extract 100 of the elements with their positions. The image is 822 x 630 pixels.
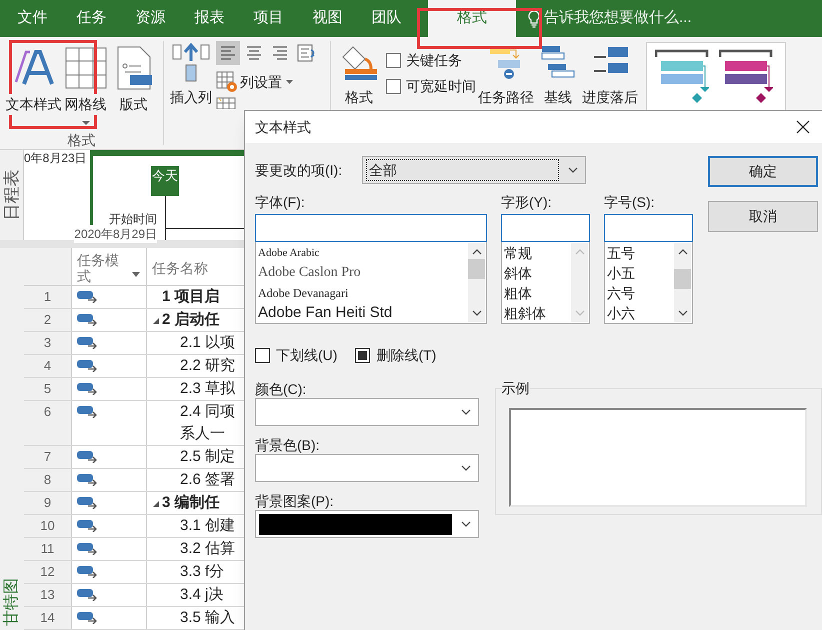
- task-name: 3.5 输入: [180, 608, 236, 628]
- field-icon: [216, 97, 236, 109]
- ribbon-tab[interactable]: 项目: [239, 0, 298, 37]
- ribbon-button[interactable]: 进度落后: [582, 43, 638, 109]
- task-mode-icon: [77, 474, 97, 486]
- task-mode-icon: [77, 497, 97, 509]
- column-settings-button[interactable]: 列设置: [216, 71, 318, 93]
- task-mode-icon: [77, 566, 97, 578]
- task-mode-icon: [77, 314, 97, 326]
- dialog-button[interactable]: 取消: [708, 201, 818, 232]
- list-item[interactable]: 粗斜体: [504, 303, 571, 323]
- style-list[interactable]: 常规 斜体 粗体 粗斜体: [501, 242, 590, 324]
- scroll-up-icon: [472, 249, 482, 255]
- list-item[interactable]: 五号: [607, 243, 674, 263]
- column-header[interactable]: 任务名称: [147, 248, 247, 285]
- list-item[interactable]: Adobe Devanagari: [258, 283, 468, 303]
- task-mode-icon: [77, 291, 97, 303]
- checkbox[interactable]: 删除线(T): [355, 345, 436, 366]
- scroll-up-icon: [574, 249, 584, 255]
- ribbon-button[interactable]: 插入列: [170, 43, 212, 109]
- task-name: 3 编制任: [162, 493, 220, 513]
- ribbon-tab[interactable]: 文件: [3, 0, 62, 37]
- view-label[interactable]: 日程表: [0, 170, 24, 220]
- group-label: 格式: [68, 131, 96, 150]
- list-item[interactable]: Adobe Fan Heiti Std: [258, 303, 468, 323]
- task-name: 3.2 估算: [180, 539, 236, 559]
- scrollbar[interactable]: [674, 243, 691, 322]
- scroll-down-icon: [574, 310, 584, 316]
- task-mode-icon: [77, 520, 97, 532]
- field-label: 背景图案(P):: [255, 492, 335, 510]
- ribbon-button[interactable]: 格式: [339, 43, 379, 109]
- insert-column-icon: [172, 43, 210, 83]
- task-name: 2.4 同项: [180, 402, 236, 422]
- task-name: 2.6 签署: [180, 470, 236, 490]
- dropdown-arrow-icon: [132, 272, 140, 277]
- scrollbar[interactable]: [571, 243, 588, 322]
- list-item[interactable]: 六号: [607, 283, 674, 303]
- font-field[interactable]: [255, 214, 487, 242]
- list-item[interactable]: 小五: [607, 263, 674, 283]
- ribbon-tab[interactable]: 任务: [62, 0, 121, 37]
- chevron-down-icon: [460, 407, 472, 417]
- ribbon-button[interactable]: 文本样式: [4, 43, 62, 115]
- style-field[interactable]: [501, 214, 590, 242]
- task-name: 3.4 j决: [180, 585, 224, 605]
- task-name: 1 项目启: [162, 287, 220, 307]
- list-item[interactable]: 粗体: [504, 283, 571, 303]
- field-label: 字形(Y):: [501, 193, 553, 212]
- lightbulb-icon: [528, 10, 540, 28]
- ribbon-tab[interactable]: 资源: [121, 0, 180, 37]
- align-icon: [245, 44, 263, 62]
- scrollbar[interactable]: [468, 243, 485, 322]
- ribbon-tab[interactable]: 报表: [180, 0, 239, 37]
- task-mode-icon: [77, 451, 97, 463]
- task-name: 2.2 研究: [180, 356, 236, 376]
- caret-icon: [286, 80, 293, 84]
- tell-me-field[interactable]: 告诉我您想要做什么...: [544, 7, 704, 30]
- view-label[interactable]: 甘特图: [0, 578, 24, 626]
- dropdown[interactable]: [255, 510, 479, 538]
- task-name: 3.1 创建: [180, 516, 236, 536]
- item-dropdown[interactable]: 全部: [362, 156, 586, 184]
- column-header[interactable]: 任务模式: [72, 248, 147, 285]
- document-icon: [116, 46, 152, 90]
- dialog-button[interactable]: 确定: [708, 156, 818, 187]
- task-mode-icon: [77, 360, 97, 372]
- collapse-triangle-icon[interactable]: [153, 501, 159, 507]
- chevron-down-icon: [460, 519, 472, 529]
- ribbon-button[interactable]: 基线: [538, 43, 578, 109]
- dialog-title: 文本样式: [255, 118, 311, 136]
- list-item[interactable]: 小六: [607, 303, 674, 323]
- size-list[interactable]: 五号 小五 六号 小六: [604, 242, 693, 324]
- font-list[interactable]: Adobe Arabic Adobe Caslon Pro Adobe Devanagari Adobe Fan Heiti Std: [255, 242, 487, 324]
- list-item[interactable]: 斜体: [504, 263, 571, 283]
- align-icon: [219, 44, 237, 62]
- ribbon-tab[interactable]: 视图: [298, 0, 357, 37]
- ribbon-tab[interactable]: 团队: [357, 0, 416, 37]
- checkbox[interactable]: 下划线(U): [255, 345, 338, 366]
- task-mode-icon: [77, 406, 97, 418]
- task-name: 2 启动任: [162, 310, 220, 330]
- ribbon-button[interactable]: 网格线: [62, 43, 108, 126]
- task-mode-icon: [77, 543, 97, 555]
- task-mode-icon: [77, 589, 97, 601]
- collapse-triangle-icon[interactable]: [153, 318, 159, 324]
- list-item[interactable]: Adobe Arabic: [258, 243, 468, 263]
- list-item[interactable]: Adobe Caslon Pro: [258, 263, 468, 283]
- list-item[interactable]: 常规: [504, 243, 571, 263]
- task-mode-icon: [77, 612, 97, 624]
- timeline-date: 2020年8月29日: [74, 225, 157, 243]
- ribbon-button[interactable]: 版式: [114, 43, 152, 115]
- size-field[interactable]: [604, 214, 693, 242]
- field-label: 要更改的项(I):: [255, 160, 344, 180]
- checkbox[interactable]: 可宽延时间: [386, 76, 478, 97]
- ribbon-button[interactable]: 任务路径: [478, 43, 534, 109]
- task-name: 2.3 草拟: [180, 379, 236, 399]
- checkbox[interactable]: 关键任务: [386, 50, 478, 71]
- align-button[interactable]: [216, 41, 240, 65]
- field-label: 颜色(C):: [255, 380, 308, 398]
- today-marker: 今天: [151, 166, 179, 196]
- field-label: 字号(S):: [604, 193, 656, 212]
- close-icon: [796, 120, 810, 134]
- task-name: 2.1 以项: [180, 333, 236, 353]
